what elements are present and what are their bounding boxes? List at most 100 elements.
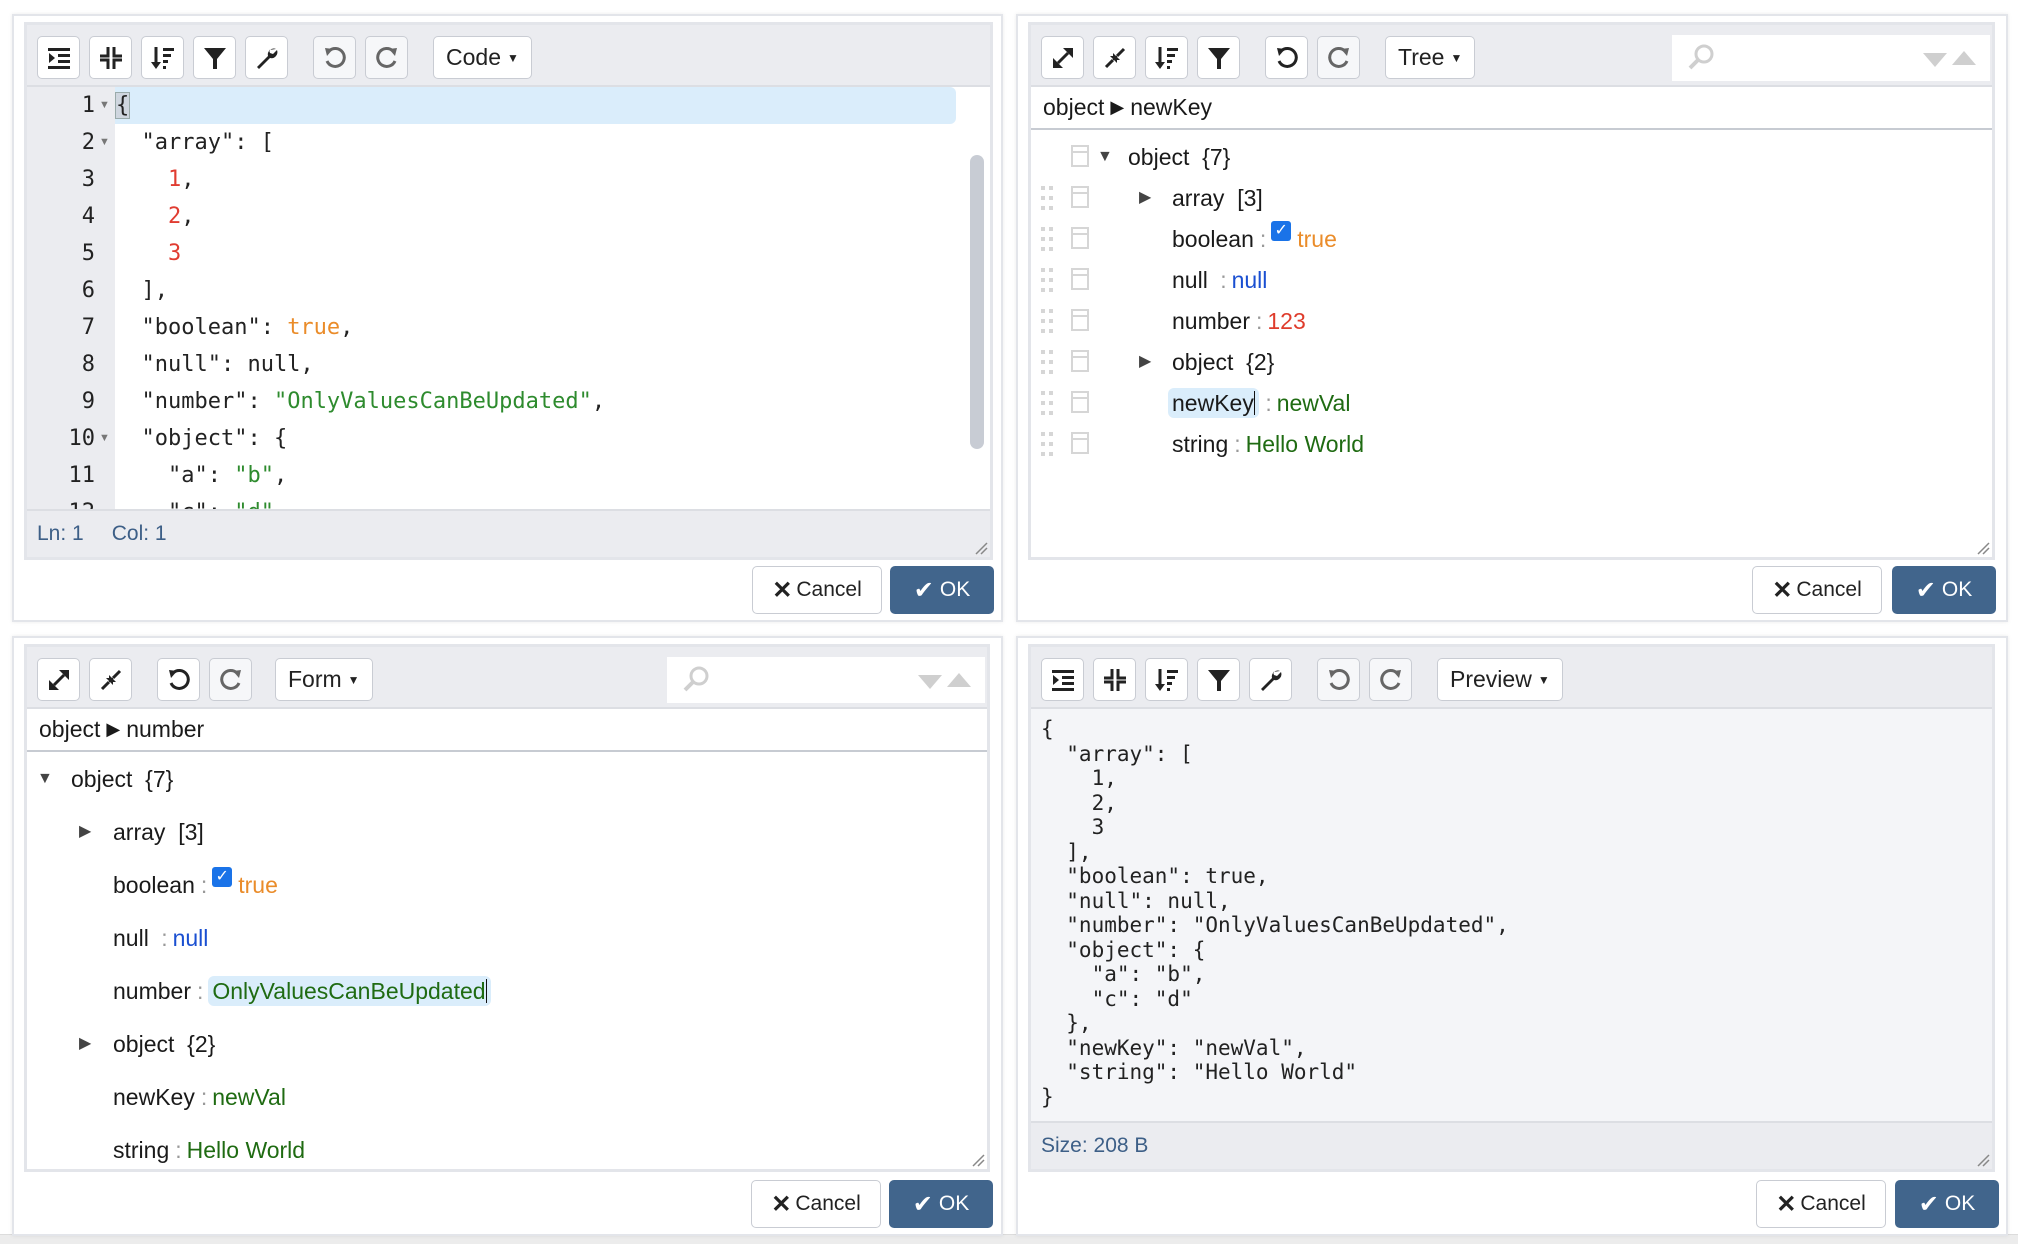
- mode-dropdown[interactable]: Preview ▼: [1437, 658, 1563, 701]
- preview-text-area[interactable]: { "array": [ 1, 2, 3 ], "boolean": true,…: [1031, 709, 1992, 1121]
- search-box: [667, 657, 985, 703]
- ok-button[interactable]: ✔ OK: [1892, 566, 1996, 614]
- field-value[interactable]: true: [238, 872, 278, 898]
- field-value[interactable]: 123: [1267, 308, 1305, 334]
- format-button[interactable]: [37, 36, 80, 79]
- key-edit-field[interactable]: newKey: [1168, 388, 1260, 418]
- expanded-arrow-icon[interactable]: ▼: [37, 754, 53, 804]
- breadcrumb-item[interactable]: object: [39, 716, 100, 743]
- ok-button[interactable]: ✔ OK: [890, 566, 994, 614]
- expand-all-button[interactable]: [37, 658, 80, 701]
- context-menu-button[interactable]: [1071, 350, 1089, 372]
- drag-handle-icon[interactable]: [1041, 432, 1055, 456]
- drag-handle-icon[interactable]: [1041, 186, 1055, 210]
- previous-result-icon[interactable]: [1952, 51, 1976, 65]
- field-value[interactable]: Hello World: [1246, 431, 1364, 457]
- field-value[interactable]: null: [173, 925, 209, 951]
- collapse-all-button[interactable]: [89, 658, 132, 701]
- fold-arrow-icon[interactable]: ▼: [99, 87, 110, 124]
- drag-handle-icon[interactable]: [1041, 268, 1055, 292]
- resize-handle-icon[interactable]: [974, 541, 988, 555]
- fold-arrow-icon[interactable]: ▼: [99, 420, 110, 457]
- repair-button[interactable]: [245, 36, 288, 79]
- redo-button[interactable]: [365, 36, 408, 79]
- mode-dropdown[interactable]: Tree ▼: [1385, 36, 1476, 79]
- format-button[interactable]: [1041, 658, 1084, 701]
- previous-result-icon[interactable]: [947, 673, 971, 687]
- resize-handle-icon[interactable]: [1976, 541, 1990, 555]
- redo-button[interactable]: [1317, 36, 1360, 79]
- filter-button[interactable]: [1197, 36, 1240, 79]
- ok-label: OK: [1941, 578, 1973, 601]
- field-value[interactable]: Hello World: [187, 1137, 305, 1163]
- redo-button[interactable]: [1369, 658, 1412, 701]
- resize-handle-icon[interactable]: [971, 1153, 985, 1167]
- fold-arrow-icon[interactable]: ▼: [99, 124, 110, 161]
- boolean-checkbox[interactable]: ✓: [1271, 221, 1292, 241]
- context-menu-button[interactable]: [1071, 227, 1089, 249]
- context-menu-button[interactable]: [1071, 432, 1089, 454]
- cancel-button[interactable]: ✕ Cancel: [1756, 1180, 1886, 1228]
- collapsed-arrow-icon[interactable]: ▶: [79, 1019, 91, 1069]
- context-menu-button[interactable]: [1071, 309, 1089, 331]
- search-input[interactable]: [717, 663, 867, 697]
- breadcrumb-item[interactable]: number: [126, 716, 204, 743]
- cancel-button[interactable]: ✕ Cancel: [1752, 566, 1882, 614]
- collapse-all-button[interactable]: [1093, 36, 1136, 79]
- context-menu-button[interactable]: [1071, 145, 1089, 167]
- drag-handle-icon[interactable]: [1041, 391, 1055, 415]
- ok-button[interactable]: ✔ OK: [1895, 1180, 1999, 1228]
- ok-label: OK: [1944, 1192, 1976, 1215]
- mode-dropdown[interactable]: Form ▼: [275, 658, 373, 701]
- collapse-icon: [100, 669, 121, 690]
- boolean-checkbox[interactable]: ✓: [212, 867, 233, 887]
- drag-handle-icon[interactable]: [1041, 309, 1055, 333]
- value-edit-field[interactable]: OnlyValuesCanBeUpdated: [208, 976, 492, 1006]
- field-value[interactable]: null: [1232, 267, 1268, 293]
- field-value[interactable]: newVal: [212, 1084, 286, 1110]
- undo-button[interactable]: [313, 36, 356, 79]
- sort-button[interactable]: [141, 36, 184, 79]
- ok-button[interactable]: ✔ OK: [889, 1180, 993, 1228]
- key-text: object: [1172, 349, 1234, 375]
- vertical-scrollbar[interactable]: [970, 155, 984, 449]
- tree-row: string: Hello World: [1031, 419, 1992, 469]
- code-token: "a":: [115, 463, 235, 488]
- undo-button[interactable]: [157, 658, 200, 701]
- context-menu-button[interactable]: [1071, 391, 1089, 413]
- redo-button[interactable]: [209, 658, 252, 701]
- next-result-icon[interactable]: [918, 675, 942, 689]
- next-result-icon[interactable]: [1923, 53, 1947, 67]
- undo-button[interactable]: [1265, 36, 1308, 79]
- filter-button[interactable]: [193, 36, 236, 79]
- undo-button[interactable]: [1317, 658, 1360, 701]
- sort-button[interactable]: [1145, 658, 1188, 701]
- collapsed-arrow-icon[interactable]: ▶: [79, 807, 91, 857]
- resize-handle-icon[interactable]: [1976, 1153, 1990, 1167]
- cancel-button[interactable]: ✕ Cancel: [751, 1180, 881, 1228]
- field-key[interactable]: string: Hello World: [1172, 419, 1364, 469]
- code-text-area[interactable]: { "array": [ 1, 2, 3 ], "boolean": true,…: [115, 87, 990, 509]
- field-value[interactable]: true: [1297, 226, 1337, 252]
- sort-button[interactable]: [1145, 36, 1188, 79]
- repair-button[interactable]: [1249, 658, 1292, 701]
- context-menu-button[interactable]: [1071, 268, 1089, 290]
- breadcrumb-item[interactable]: object: [1043, 94, 1104, 121]
- compact-icon: [99, 46, 122, 69]
- field-key: number: OnlyValuesCanBeUpdated: [113, 966, 492, 1016]
- compact-button[interactable]: [1093, 658, 1136, 701]
- compact-button[interactable]: [89, 36, 132, 79]
- field-value[interactable]: newVal: [1277, 390, 1351, 416]
- context-menu-button[interactable]: [1071, 186, 1089, 208]
- expand-all-button[interactable]: [1041, 36, 1084, 79]
- drag-handle-icon[interactable]: [1041, 227, 1055, 251]
- mode-dropdown[interactable]: Code ▼: [433, 36, 532, 79]
- code-editor: Code ▼ 1▼ 2▼ 3 4 5 6 7 8 9 10▼ 11 12 { "…: [24, 22, 993, 560]
- child-count: {7}: [145, 766, 174, 792]
- filter-button[interactable]: [1197, 658, 1240, 701]
- drag-handle-icon[interactable]: [1041, 350, 1055, 374]
- search-input[interactable]: [1722, 41, 1872, 75]
- field-key: string: Hello World: [113, 1137, 306, 1163]
- cancel-button[interactable]: ✕ Cancel: [752, 566, 882, 614]
- breadcrumb-item[interactable]: newKey: [1130, 94, 1212, 121]
